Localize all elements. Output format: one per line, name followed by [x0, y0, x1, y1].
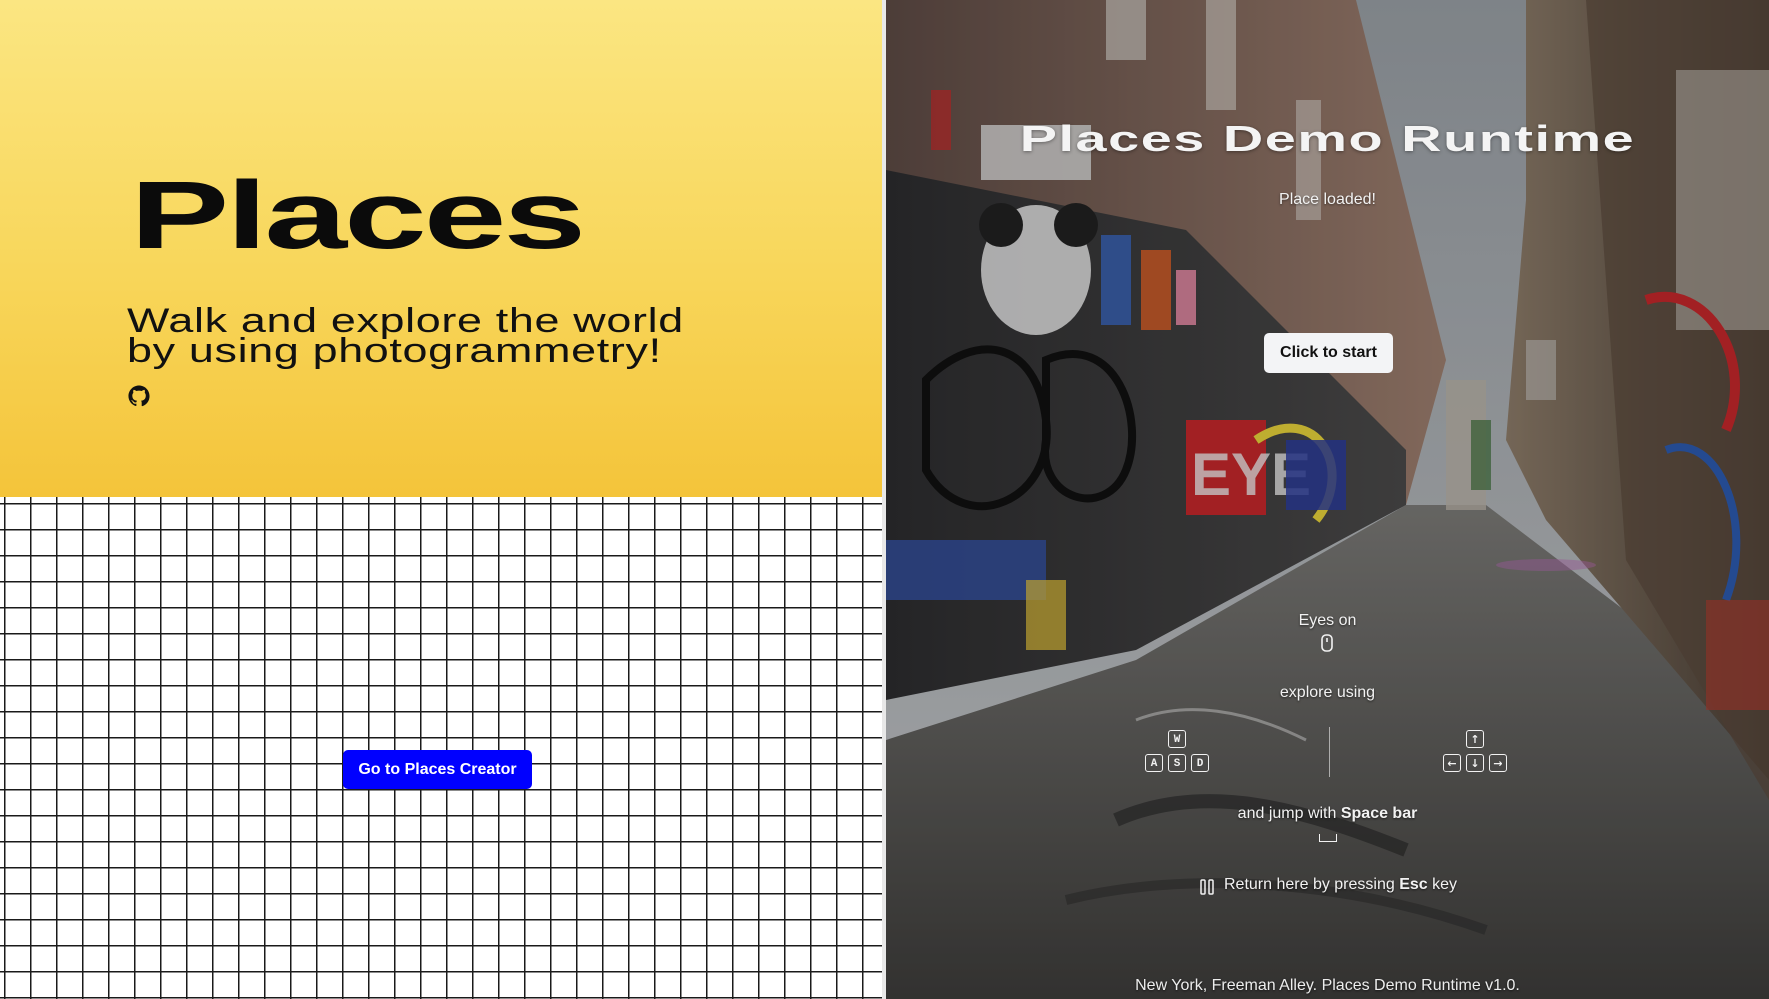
jump-key: Space bar	[1340, 805, 1418, 822]
return-prefix: Return here by pressing	[1224, 876, 1395, 893]
mouse-icon	[1321, 634, 1333, 652]
grid-background	[0, 497, 882, 999]
jump-instruction: and jump with Space bar	[886, 805, 1769, 823]
key-arrow-up: ↑	[1466, 730, 1484, 748]
return-instruction: Return here by pressing Esc key	[1224, 876, 1457, 894]
hero-title: Places	[130, 162, 586, 269]
esc-key-label: Esc	[1399, 876, 1428, 893]
runtime-panel[interactable]: EYE Places Demo Runtime Place loaded! Cl…	[886, 0, 1769, 999]
explore-label: explore using	[1279, 684, 1376, 701]
key-arrow-right: →	[1489, 754, 1507, 772]
key-w: W	[1168, 730, 1186, 748]
return-suffix: key	[1432, 876, 1458, 893]
spacebar-icon	[1319, 834, 1337, 842]
runtime-title: Places Demo Runtime	[1019, 118, 1636, 159]
hero-section: Places Walk and explore the world by usi…	[0, 0, 882, 497]
click-to-start-button[interactable]: Click to start	[1264, 333, 1393, 373]
load-status: Place loaded!	[1279, 191, 1376, 208]
key-a: A	[1145, 754, 1163, 772]
github-icon[interactable]	[128, 385, 150, 407]
key-arrow-left: ←	[1443, 754, 1461, 772]
key-d: D	[1191, 754, 1209, 772]
location-footer: New York, Freeman Alley. Places Demo Run…	[1135, 977, 1520, 994]
key-s: S	[1168, 754, 1186, 772]
left-panel: Places Walk and explore the world by usi…	[0, 0, 882, 999]
hero-subtitle-line2: by using photogrammetry!	[127, 332, 662, 370]
eyes-on-label: Eyes on	[1298, 612, 1357, 629]
pause-icon	[1200, 879, 1214, 895]
go-to-creator-button[interactable]: Go to Places Creator	[343, 750, 532, 789]
jump-prefix: and jump with	[1237, 805, 1337, 822]
keys-divider	[1329, 727, 1330, 777]
hero-subtitle: Walk and explore the world by using phot…	[127, 304, 684, 370]
key-arrow-down: ↓	[1466, 754, 1484, 772]
